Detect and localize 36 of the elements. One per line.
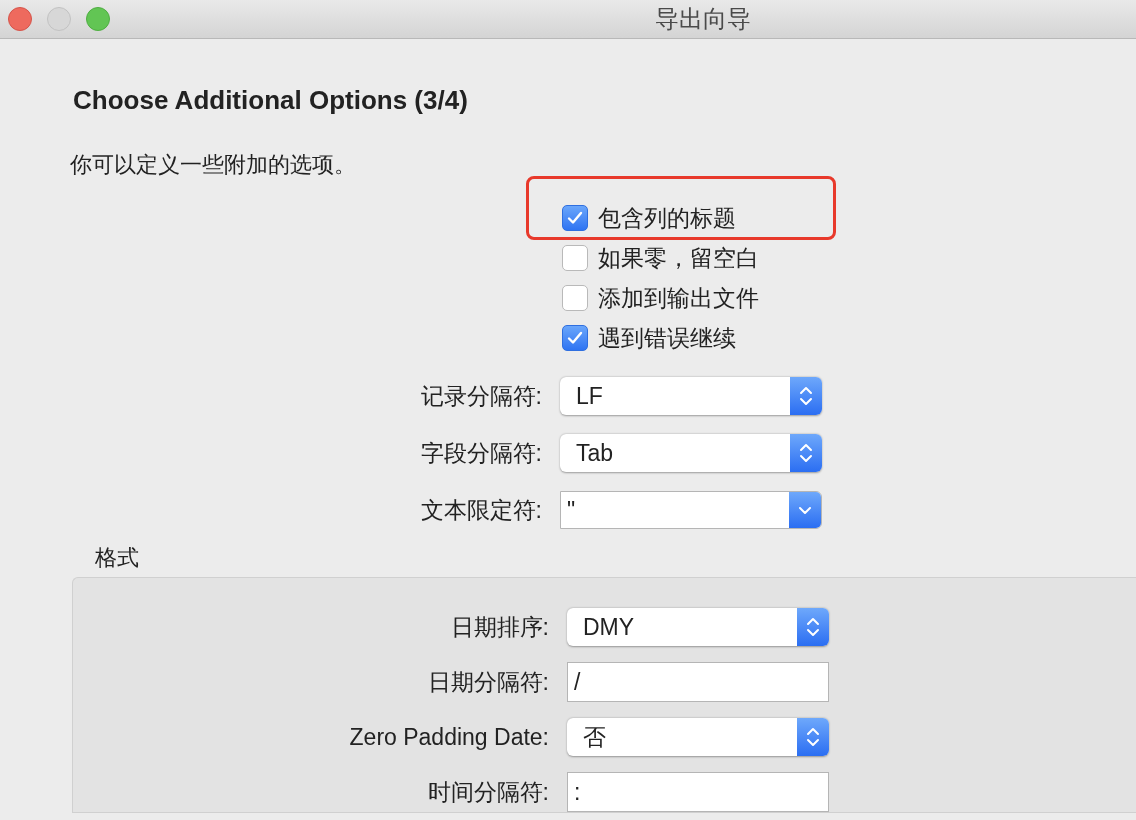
field-label: Zero Padding Date:: [349, 723, 549, 751]
page-heading: Choose Additional Options (3/4): [73, 85, 469, 116]
chevron-down-icon: [798, 505, 812, 515]
checkmark-icon: [567, 331, 583, 345]
window-title: 导出向导: [655, 4, 751, 34]
section-title: 格式: [95, 544, 140, 572]
checkbox[interactable]: [562, 285, 588, 311]
description: 你可以定义一些附加的选项。: [70, 151, 357, 179]
zoom-button[interactable]: [86, 7, 110, 31]
checkmark-icon: [567, 211, 583, 225]
combo-box[interactable]: ": [560, 491, 822, 529]
popup-button[interactable]: LF: [560, 377, 822, 415]
stepper-chevrons-icon: [806, 725, 820, 749]
stepper-chevrons-icon: [799, 441, 813, 465]
checkbox-label: 包含列的标题: [598, 203, 736, 233]
close-button[interactable]: [8, 7, 32, 31]
checkbox[interactable]: [562, 205, 588, 231]
popup-button[interactable]: 否: [567, 718, 829, 756]
checkbox[interactable]: [562, 325, 588, 351]
checkbox-label: 如果零，留空白: [598, 243, 759, 273]
checkbox-label: 遇到错误继续: [598, 323, 736, 353]
checkbox[interactable]: [562, 245, 588, 271]
stepper-chevrons-icon: [806, 615, 820, 639]
field-label: 记录分隔符:: [420, 381, 542, 411]
field-label: 文本限定符:: [420, 495, 542, 525]
popup-button[interactable]: Tab: [560, 434, 822, 472]
field-label: 时间分隔符:: [427, 777, 549, 807]
popup-button[interactable]: DMY: [567, 608, 829, 646]
field-label: 日期分隔符:: [427, 667, 549, 697]
field-label: 日期排序:: [450, 612, 549, 642]
checkbox-label: 添加到输出文件: [598, 283, 759, 313]
stepper-chevrons-icon: [799, 384, 813, 408]
text-field[interactable]: /: [567, 662, 829, 702]
minimize-button[interactable]: [47, 7, 71, 31]
text-field[interactable]: :: [567, 772, 829, 812]
field-label: 字段分隔符:: [420, 438, 542, 468]
